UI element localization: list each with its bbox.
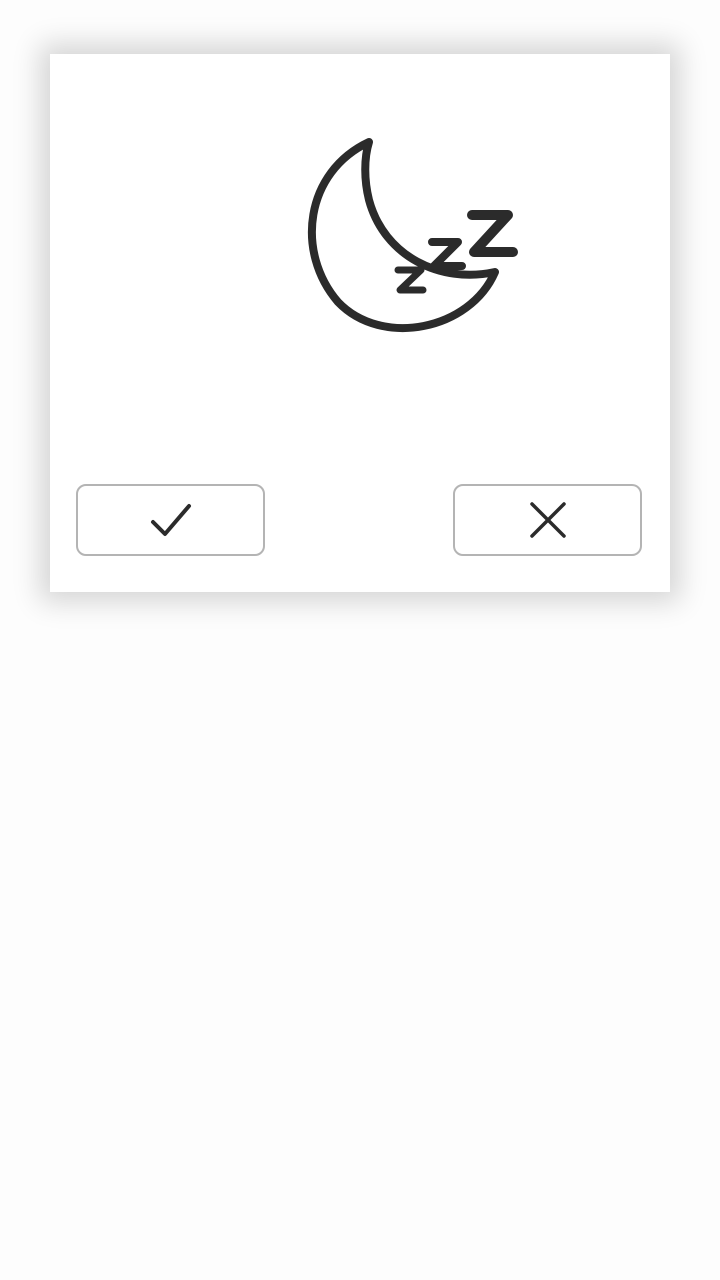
- cancel-button[interactable]: [453, 484, 642, 556]
- large-z-letter: [467, 210, 518, 257]
- moon-zzz-sleep-icon-graphic: [307, 138, 518, 333]
- sleep-dialog: [50, 54, 670, 592]
- moon-zzz-sleep-icon: [290, 134, 530, 344]
- moon-shape: [307, 138, 499, 333]
- screen: [0, 0, 720, 1280]
- checkmark-icon: [150, 504, 191, 536]
- close-icon: [529, 502, 566, 538]
- confirm-button[interactable]: [76, 484, 265, 556]
- medium-z-letter: [428, 238, 466, 270]
- small-z-letter: [394, 266, 427, 294]
